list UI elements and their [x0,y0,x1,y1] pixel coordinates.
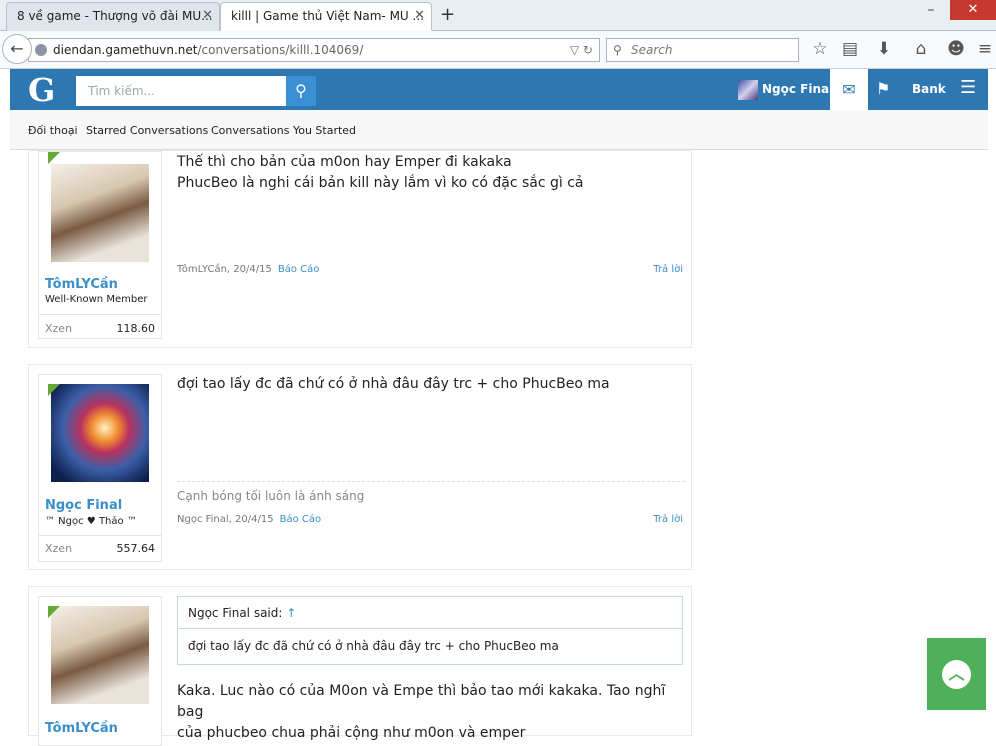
star-icon[interactable]: ☆ [809,39,831,59]
stat-value: 557.64 [116,542,156,555]
download-icon[interactable]: ⬇ [873,39,895,59]
message-line: Kaka. Luc nào có của M0on và Empe thì bả… [177,683,666,720]
user-block: Ngọc Final ™ Ngọc ♥ Thảo ™ Xzen 557.64 [38,374,162,562]
scroll-to-top-button[interactable]: ︿ [927,638,986,710]
sub-nav: Đối thoại Starred Conversations Conversa… [10,110,988,150]
search-icon: ⚲ [613,43,622,57]
search-icon: ⚲ [295,81,307,100]
close-tab-icon[interactable]: ✕ [414,8,425,23]
user-avatar[interactable] [51,164,149,262]
back-arrow-icon[interactable]: ← [2,34,32,64]
flag-icon[interactable]: ⚑ [876,79,890,98]
message-meta: TômLYCần, 20/4/15 Báo Cáo [177,264,319,275]
user-name[interactable]: Ngọc Final [762,82,833,96]
chevron-up-icon: ︿ [942,660,971,689]
message-author[interactable]: TômLYCần [45,721,118,736]
site-logo[interactable]: G [28,71,55,109]
message: TômLYCần Ngọc Final said: ↑ đợi tao lấy … [28,586,692,746]
quote-header: Ngọc Final said: ↑ [178,597,682,629]
user-avatar[interactable] [738,80,758,100]
bank-link[interactable]: Bank [912,82,946,96]
subnav-item-starred[interactable]: Starred Conversations [86,124,208,137]
reload-icon[interactable]: ▽ ↻ [570,39,593,61]
url-host: diendan.gamethuvn.net [53,43,198,57]
stat-label: Xzen [45,542,73,555]
browser-tab-bar: 8 về game - Thượng võ đài MU... ✕ killl … [0,0,996,31]
home-icon[interactable]: ⌂ [910,39,932,59]
message-line: PhucBeo là nghi cái bản kill này lắm vì … [177,175,584,191]
message-line: Thế thì cho bản của m0on hay Emper đi ka… [177,154,512,170]
message-date: Ngọc Final, 20/4/15 [177,514,274,525]
message-author[interactable]: Ngọc Final [45,498,122,513]
quote-jump-icon[interactable]: ↑ [286,606,296,620]
signature: Cạnh bóng tối luôn là ánh sáng [177,481,685,503]
message: Ngọc Final ™ Ngọc ♥ Thảo ™ Xzen 557.64 đ… [28,364,692,570]
tab-title: 8 về game - Thượng võ đài MU... [17,9,213,23]
report-link[interactable]: Báo Cáo [280,514,322,525]
stat-label: Xzen [45,322,73,335]
message-date: TômLYCần, 20/4/15 [177,264,272,275]
url-bar[interactable]: diendan.gamethuvn.net/conversations/kill… [28,38,600,62]
globe-icon [35,44,47,56]
message-meta: Ngọc Final, 20/4/15 Báo Cáo [177,514,321,525]
site-search-input[interactable]: Tìm kiếm... [76,76,286,106]
quote-text: đợi tao lấy đc đã chứ có ở nhà đâu đây t… [188,639,559,653]
url-path: /conversations/killl.104069/ [197,43,364,57]
online-indicator [48,606,60,618]
user-avatar[interactable] [51,606,149,704]
divider [39,314,161,315]
inbox-icon[interactable]: ✉ [830,69,868,110]
quote-block: Ngọc Final said: ↑ đợi tao lấy đc đã chứ… [177,596,683,665]
menu-icon[interactable]: ☰ [960,77,976,98]
online-indicator [48,152,60,164]
user-title: Well-Known Member [45,294,148,305]
divider [39,535,161,536]
stat-value: 118.60 [116,322,156,335]
message-line: của phucbeo chua phải cộng như m0on và e… [177,725,526,741]
reply-link[interactable]: Trả lời [653,264,683,275]
user-avatar[interactable] [51,384,149,482]
window-close-icon[interactable]: ✕ [950,0,996,20]
close-tab-icon[interactable]: ✕ [202,8,213,23]
quote-author[interactable]: Ngọc Final said: [188,606,282,620]
tab-title: killl | Game thủ Việt Nam- MU ... [231,9,424,23]
user-title: ™ Ngọc ♥ Thảo ™ [45,516,137,527]
reader-icon[interactable]: ▤ [839,39,861,59]
site-header: G Tìm kiếm... ⚲ Ngọc Final ✉ ⚑ Bank ☰ [10,69,988,110]
browser-nav-bar: diendan.gamethuvn.net/conversations/kill… [0,31,996,69]
report-link[interactable]: Báo Cáo [278,264,320,275]
reply-link[interactable]: Trả lời [653,514,683,525]
browser-search-input[interactable]: ⚲ Search [606,38,799,62]
message-body: đợi tao lấy đc đã chứ có ở nhà đâu đây t… [177,374,610,395]
online-indicator [48,384,60,396]
browser-tab-active[interactable]: killl | Game thủ Việt Nam- MU ... ✕ [220,2,432,31]
menu-icon[interactable]: ≡ [974,39,996,59]
new-tab-icon[interactable]: + [440,4,455,25]
subnav-item-conversations[interactable]: Đối thoại [28,124,78,137]
smiley-icon[interactable]: ☻ [945,39,967,59]
message-author[interactable]: TômLYCần [45,277,118,292]
message: TômLYCần Well-Known Member Xzen 118.60 T… [28,150,692,348]
message-body: Kaka. Luc nào có của M0on và Empe thì bả… [177,681,691,744]
subnav-item-started[interactable]: Conversations You Started [211,124,356,137]
message-line: đợi tao lấy đc đã chứ có ở nhà đâu đây t… [177,376,610,392]
site-search-button[interactable]: ⚲ [286,76,316,106]
browser-tab[interactable]: 8 về game - Thượng võ đài MU... ✕ [6,2,220,31]
message-body: Thế thì cho bản của m0on hay Emper đi ka… [177,152,584,194]
user-block: TômLYCần Well-Known Member Xzen 118.60 [38,151,162,339]
search-placeholder: Search [631,43,673,57]
